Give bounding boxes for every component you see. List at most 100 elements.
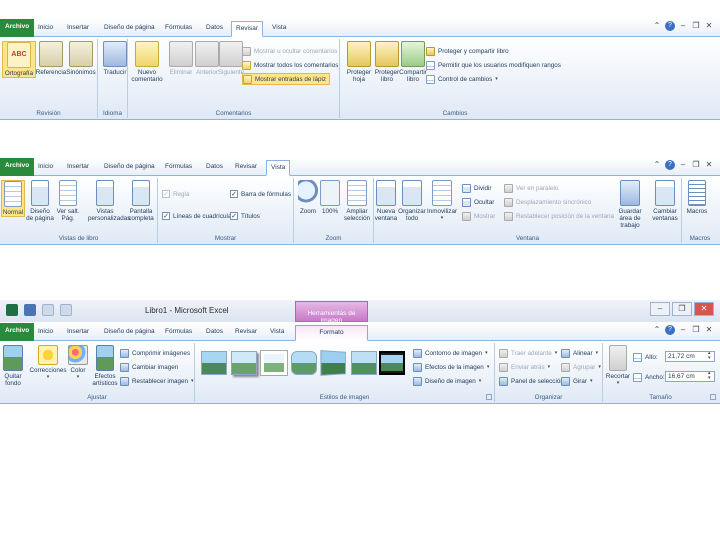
minimize-icon[interactable]: – [678,325,688,335]
allow-ranges-button[interactable]: Permitir que los usuarios modifiquen ran… [426,59,561,71]
share-book-button[interactable]: Compartir libro [396,41,430,83]
change-picture-button[interactable]: Cambiar imagen [120,361,178,373]
picture-style-thumbnail[interactable] [231,351,257,375]
show-ink-button[interactable]: Mostrar entradas de lápiz [242,73,331,85]
restore-icon[interactable]: ❐ [691,21,701,31]
tab-insertar[interactable]: Insertar [63,21,93,37]
picture-style-thumbnail[interactable] [320,350,346,376]
tab-datos[interactable]: Datos [202,160,227,176]
tab-insertar[interactable]: Insertar [63,325,93,341]
color-button[interactable]: Color ▾ [66,345,90,381]
gridlines-checkbox[interactable]: ✓ Líneas de cuadrícula [162,210,231,222]
tab-formulas[interactable]: Fórmulas [161,21,196,37]
tab-inicio[interactable]: Inicio [34,21,57,37]
height-input[interactable]: 21,72 cm [665,351,715,362]
undo-icon[interactable] [42,304,54,316]
picture-style-thumbnail[interactable] [291,351,317,375]
minimize-ribbon-icon[interactable]: ⌃ [652,21,662,31]
close-icon[interactable]: ✕ [704,160,714,170]
minimize-icon[interactable]: – [678,160,688,170]
hide-button[interactable]: Ocultar [462,196,494,208]
picture-style-thumbnail[interactable] [351,351,377,375]
compress-pictures-button[interactable]: Comprimir imágenes [120,347,190,359]
tab-diseno-pagina[interactable]: Diseño de página [100,160,159,176]
align-button[interactable]: Alinear ▾ [561,347,598,359]
help-icon[interactable]: ? [665,325,675,335]
save-icon[interactable] [24,304,36,316]
new-window-button[interactable]: Nueva ventana [372,180,400,222]
restore-icon[interactable]: ❐ [691,160,701,170]
new-comment-button[interactable]: Nuevo comentario [130,41,164,83]
split-button[interactable]: Dividir [462,182,492,194]
tab-formulas[interactable]: Fórmulas [161,325,196,341]
dialog-launcher-icon[interactable] [486,394,492,400]
tab-vista[interactable]: Vista [266,160,291,176]
picture-border-button[interactable]: Contorno de imagen ▾ [413,347,488,359]
artistic-effects-button[interactable]: Efectos artísticos [90,345,120,387]
arrange-all-button[interactable]: Organizar todo [398,180,426,222]
crop-button[interactable]: Recortar ▾ [603,345,633,387]
tab-inicio[interactable]: Inicio [34,160,57,176]
send-backward-button[interactable]: Enviar atrás ▾ [499,361,550,373]
zoom-button[interactable]: Zoom [296,180,320,215]
unhide-button[interactable]: Mostrar [462,210,495,222]
help-icon[interactable]: ? [665,21,675,31]
corrections-button[interactable]: Correcciones ▾ [28,345,68,381]
zoom-selection-button[interactable]: Ampliar selección [340,180,374,222]
tab-archivo[interactable]: Archivo [0,19,35,37]
normal-view-button[interactable]: Normal [1,180,25,217]
page-break-button[interactable]: Ver salt. Pág. [54,180,82,222]
headings-checkbox[interactable]: ✓ Títulos [230,210,260,222]
redo-icon[interactable] [60,304,72,316]
full-screen-button[interactable]: Pantalla completa [124,180,158,222]
close-icon[interactable]: ✕ [694,302,714,316]
side-by-side-button[interactable]: Ver en paralelo [504,182,558,194]
show-hide-comment-button[interactable]: Mostrar u ocultar comentarios [242,45,337,57]
zoom-100-button[interactable]: 100% [318,180,342,215]
minimize-ribbon-icon[interactable]: ⌃ [652,325,662,335]
remove-background-button[interactable]: Quitar fondo [0,345,26,387]
tab-datos[interactable]: Datos [202,21,227,37]
tab-archivo[interactable]: Archivo [0,158,35,176]
sync-scroll-button[interactable]: Desplazamiento sincrónico [504,196,591,208]
translate-button[interactable]: Traducir [98,41,132,76]
maximize-icon[interactable]: ❐ [672,302,692,316]
show-all-comments-button[interactable]: Mostrar todos los comentarios [242,59,338,71]
macros-button[interactable]: Macros [682,180,712,215]
minimize-ribbon-icon[interactable]: ⌃ [652,160,662,170]
tab-vista[interactable]: Vista [266,325,288,341]
formula-bar-checkbox[interactable]: ✓ Barra de fórmulas [230,188,291,200]
tab-datos[interactable]: Datos [202,325,227,341]
reset-position-button[interactable]: Restablecer posición de la ventana [504,210,614,222]
tab-archivo[interactable]: Archivo [0,323,35,341]
save-workspace-button[interactable]: Guardar área de trabajo [612,180,648,229]
picture-style-thumbnail[interactable] [379,351,405,375]
tab-vista[interactable]: Vista [268,21,290,37]
tab-formulas[interactable]: Fórmulas [161,160,196,176]
picture-style-thumbnail[interactable] [260,350,288,376]
tab-diseno-pagina[interactable]: Diseño de página [100,21,159,37]
tab-inicio[interactable]: Inicio [34,325,57,341]
close-icon[interactable]: ✕ [704,325,714,335]
tab-diseno-pagina[interactable]: Diseño de página [100,325,159,341]
tab-revisar[interactable]: Revisar [231,325,261,341]
dialog-launcher-icon[interactable] [710,394,716,400]
switch-windows-button[interactable]: Cambiar ventanas [648,180,682,222]
tab-revisar[interactable]: Revisar [231,21,264,37]
spelling-button[interactable]: ABC Ortografía [2,41,36,78]
tab-formato[interactable]: Formato [295,325,368,341]
group-button[interactable]: Agrupar ▾ [561,361,601,373]
rotate-button[interactable]: Girar ▾ [561,375,593,387]
ruler-checkbox[interactable]: ✓ Regla [162,188,189,200]
custom-views-button[interactable]: Vistas personalizadas [88,180,130,222]
selection-pane-button[interactable]: Panel de selección [499,375,564,387]
tab-insertar[interactable]: Insertar [63,160,93,176]
picture-effects-button[interactable]: Efectos de la imagen ▾ [413,361,489,373]
bring-forward-button[interactable]: Traer adelante ▾ [499,347,557,359]
thesaurus-button[interactable]: Sinónimos [64,41,98,76]
help-icon[interactable]: ? [665,160,675,170]
freeze-panes-button[interactable]: Inmovilizar ▾ [426,180,458,222]
minimize-icon[interactable]: – [650,302,670,316]
picture-style-thumbnail[interactable] [201,351,227,375]
research-button[interactable]: Referencia [34,41,68,76]
